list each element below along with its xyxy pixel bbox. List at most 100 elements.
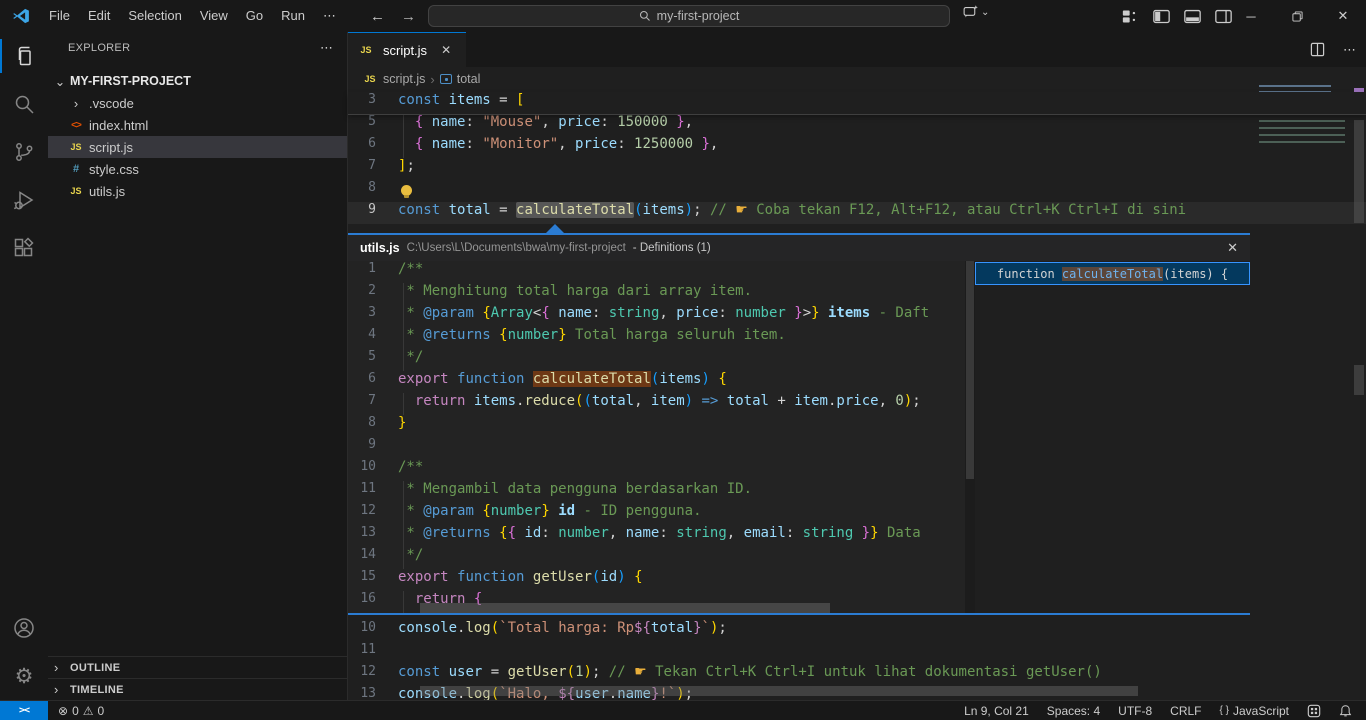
breadcrumb-symbol[interactable]: total [457,72,481,86]
code-line-7[interactable]: 7 return items.reduce((total, item) => t… [348,393,965,415]
file-label: .vscode [89,96,134,111]
file-.vscode[interactable]: ›.vscode [48,92,347,114]
close-peek-icon[interactable]: ✕ [1227,235,1238,261]
code-line-7[interactable]: 7]; [348,158,1366,180]
search-icon[interactable] [0,80,48,128]
toggle-primary-sidebar-icon[interactable] [1153,9,1170,24]
code-line-14[interactable]: 14 */ [348,547,965,569]
menu-run[interactable]: Run [272,5,314,27]
settings-gear-icon[interactable]: ⚙ [0,652,48,700]
code-line-10[interactable]: 10console.log(`Total harga: Rp${total}`)… [348,620,1366,642]
copilot-menu[interactable]: ⌄ [962,4,989,21]
cursor-position[interactable]: Ln 9, Col 21 [964,704,1029,718]
code-line-3[interactable]: 3 * @param {Array<{ name: string, price:… [348,305,965,327]
file-label: index.html [89,118,148,133]
peek-file-name: utils.js [360,241,400,255]
code-line-2[interactable]: 2 * Menghitung total harga dari array it… [348,283,965,305]
file-script.js[interactable]: JSscript.js [48,136,347,158]
code-line-3[interactable]: 3const items = [ [348,92,1366,114]
code-line-12[interactable]: 12 * @param {number} id - ID pengguna. [348,503,965,525]
tab-label: script.js [383,43,427,58]
section-outline[interactable]: ›OUTLINE [48,656,347,678]
accounts-icon[interactable] [0,604,48,652]
lightbulb-icon[interactable] [401,185,412,196]
js-file-icon: JS [362,74,378,84]
file-label: utils.js [89,184,125,199]
code-line-9[interactable]: 9 [348,437,965,459]
code-line-10[interactable]: 10/** [348,459,965,481]
code-line-12[interactable]: 12const user = getUser(1); // ☛ Tekan Ct… [348,664,1366,686]
forward-arrow-icon[interactable]: → [401,8,416,25]
error-count: 0 [72,704,79,718]
peek-references-panel: function calculateTotal(items) { [975,261,1250,613]
menu-view[interactable]: View [191,5,237,27]
menu-edit[interactable]: Edit [79,5,119,27]
close-window-button[interactable]: ✕ [1320,0,1366,32]
code-line-6[interactable]: 6 { name: "Monitor", price: 1250000 }, [348,136,1366,158]
restore-button[interactable] [1274,0,1320,32]
file-utils.js[interactable]: JSutils.js [48,180,347,202]
grid-status-icon[interactable] [1307,704,1321,718]
menu-file[interactable]: File [40,5,79,27]
js-file-icon: JS [358,45,374,55]
file-style.css[interactable]: #style.css [48,158,347,180]
peek-horizontal-scrollbar[interactable] [420,603,830,613]
indent-setting[interactable]: Spaces: 4 [1047,704,1100,718]
file-index.html[interactable]: <>index.html [48,114,347,136]
symbol-variable-icon [440,74,452,84]
breadcrumb: JS script.js › total [348,67,1366,91]
remote-indicator[interactable]: >< [0,701,48,720]
code-line-15[interactable]: 15export function getUser(id) { [348,569,965,591]
split-editor-icon[interactable] [1310,42,1325,57]
menu-selection[interactable]: Selection [119,5,190,27]
menu-overflow-icon[interactable]: ⋯ [314,5,345,27]
code-line-11[interactable]: 11 [348,642,1366,664]
code-line-5[interactable]: 5 { name: "Mouse", price: 150000 }, [348,114,1366,136]
reference-item[interactable]: function calculateTotal(items) { [975,262,1250,285]
explorer-icon[interactable] [0,32,48,80]
code-line-1[interactable]: 1/** [348,261,965,283]
code-line-6[interactable]: 6export function calculateTotal(items) { [348,371,965,393]
project-root-folder[interactable]: ⌄ MY-FIRST-PROJECT [48,70,347,92]
search-icon [639,10,651,22]
chevron-right-icon: › [54,660,68,675]
code-line-13[interactable]: 13 * @returns {{ id: number, name: strin… [348,525,965,547]
tab-script-js[interactable]: JS script.js ✕ [348,32,466,67]
eol-setting[interactable]: CRLF [1170,704,1201,718]
title-bar: FileEditSelectionViewGoRun⋯ ← → my-first… [0,0,1366,32]
command-center-search[interactable]: my-first-project [428,5,950,27]
chevron-down-icon: ⌄ [981,7,989,18]
language-mode[interactable]: { } JavaScript [1220,704,1290,718]
editor-horizontal-scrollbar[interactable] [420,686,1138,696]
problems-status[interactable]: ⊗ 0 ⚠ 0 [58,704,104,718]
extensions-icon[interactable] [0,224,48,272]
project-root-label: MY-FIRST-PROJECT [70,74,191,88]
code-line-11[interactable]: 11 * Mengambil data pengguna berdasarkan… [348,481,965,503]
breadcrumb-file[interactable]: script.js [383,72,425,86]
code-line-9[interactable]: 9const total = calculateTotal(items); //… [348,202,1366,224]
toggle-panel-icon[interactable] [1184,9,1201,24]
code-line-5[interactable]: 5 */ [348,349,965,371]
code-line-8[interactable]: 8 [348,180,1366,202]
code-line-4[interactable]: 4 * @returns {number} Total harga seluru… [348,327,965,349]
copilot-chat-icon [962,4,979,21]
file-label: style.css [89,162,139,177]
section-timeline[interactable]: ›TIMELINE [48,678,347,700]
sidebar-more-actions-icon[interactable]: ⋯ [320,40,333,56]
peek-file-path: C:\Users\L\Documents\bwa\my-first-projec… [407,242,626,254]
minimize-button[interactable]: ─ [1228,0,1274,32]
encoding[interactable]: UTF-8 [1118,704,1152,718]
back-arrow-icon[interactable]: ← [370,8,385,25]
customize-layout-icon[interactable] [1122,9,1139,24]
peek-vertical-scrollbar[interactable] [965,261,975,613]
menu-go[interactable]: Go [237,5,272,27]
source-control-icon[interactable] [0,128,48,176]
sidebar-sections: ›OUTLINE›TIMELINE [48,656,347,700]
peek-title-suffix: - Definitions (1) [633,242,711,254]
editor-vertical-scrollbar[interactable] [1352,85,1366,700]
notifications-bell-icon[interactable] [1339,704,1352,718]
close-tab-icon[interactable]: ✕ [441,43,451,57]
run-debug-icon[interactable] [0,176,48,224]
editor-more-actions-icon[interactable]: ⋯ [1343,42,1356,58]
code-line-8[interactable]: 8} [348,415,965,437]
